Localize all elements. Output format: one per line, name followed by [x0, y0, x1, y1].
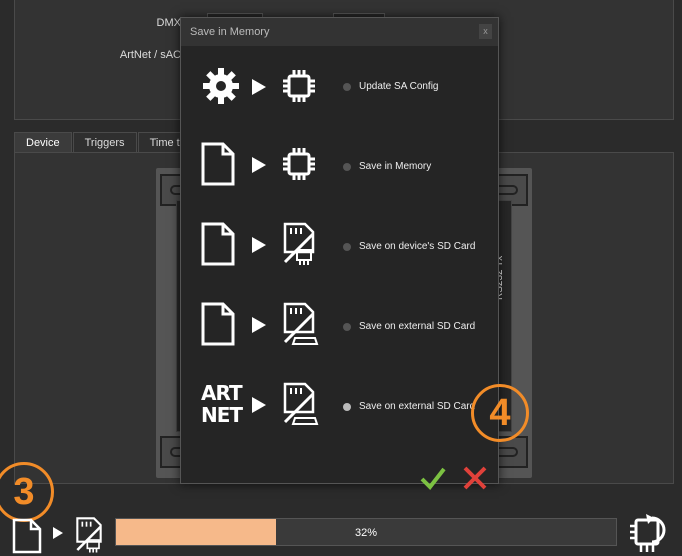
- play-arrow-icon: [252, 317, 266, 333]
- chip-reset-icon[interactable]: [628, 510, 674, 554]
- dmx-label: DMX: [156, 17, 181, 29]
- radio-save-in-memory[interactable]: [343, 163, 351, 171]
- option-save-external-sd[interactable]: Save on external SD Card: [181, 296, 500, 360]
- option-save-device-sd[interactable]: Save on device's SD Card: [181, 216, 500, 280]
- step-badge-4: 4: [471, 384, 529, 442]
- option-label: Save on device's SD Card: [359, 241, 476, 252]
- radio-artnet-external-sd[interactable]: [343, 403, 351, 411]
- close-button[interactable]: x: [479, 24, 492, 39]
- option-label: Save on external SD Card: [359, 401, 476, 412]
- play-arrow-icon: [53, 527, 63, 539]
- option-artnet-external-sd[interactable]: ART NET Save on external SD Card: [181, 376, 500, 440]
- radio-update-sa-config[interactable]: [343, 83, 351, 91]
- artnet-text-icon: ART NET: [201, 381, 243, 427]
- radio-save-external-sd[interactable]: [343, 323, 351, 331]
- sd-card-chip-icon[interactable]: [74, 516, 104, 554]
- file-icon: [201, 142, 235, 186]
- play-arrow-icon: [252, 237, 266, 253]
- cross-icon: [463, 466, 487, 490]
- radio-save-device-sd[interactable]: [343, 243, 351, 251]
- artnet-label: ArtNet / sAC: [119, 49, 181, 61]
- play-arrow-icon: [252, 157, 266, 173]
- file-icon: [201, 222, 235, 266]
- checkmark-icon: [420, 467, 446, 491]
- tab-triggers[interactable]: Triggers: [72, 132, 137, 153]
- file-icon: [201, 302, 235, 346]
- play-arrow-icon: [252, 397, 266, 413]
- tab-device[interactable]: Device: [14, 132, 72, 153]
- tab-bar: Device Triggers Time trig: [14, 132, 205, 153]
- option-update-sa-config[interactable]: Update SA Config: [181, 56, 500, 120]
- play-arrow-icon: [252, 79, 266, 95]
- progress-bar: 32%: [115, 518, 617, 546]
- sd-card-chip-icon: [283, 222, 315, 265]
- progress-text: 32%: [354, 527, 378, 539]
- chip-icon: [283, 70, 315, 102]
- cancel-button[interactable]: [461, 464, 489, 492]
- save-dialog: Save in Memory x Update SA Config Save i…: [180, 17, 500, 491]
- dialog-title: Save in Memory: [181, 18, 498, 46]
- option-label: Update SA Config: [359, 81, 439, 92]
- ok-button[interactable]: [419, 464, 447, 492]
- option-label: Save on external SD Card: [359, 321, 476, 332]
- option-label: Save in Memory: [359, 161, 432, 172]
- option-save-in-memory[interactable]: Save in Memory: [181, 136, 500, 200]
- chip-icon: [283, 148, 315, 180]
- sd-card-external-icon: [283, 382, 319, 425]
- sd-card-external-icon: [283, 302, 319, 345]
- gear-icon: [203, 68, 239, 104]
- file-icon[interactable]: [12, 518, 42, 554]
